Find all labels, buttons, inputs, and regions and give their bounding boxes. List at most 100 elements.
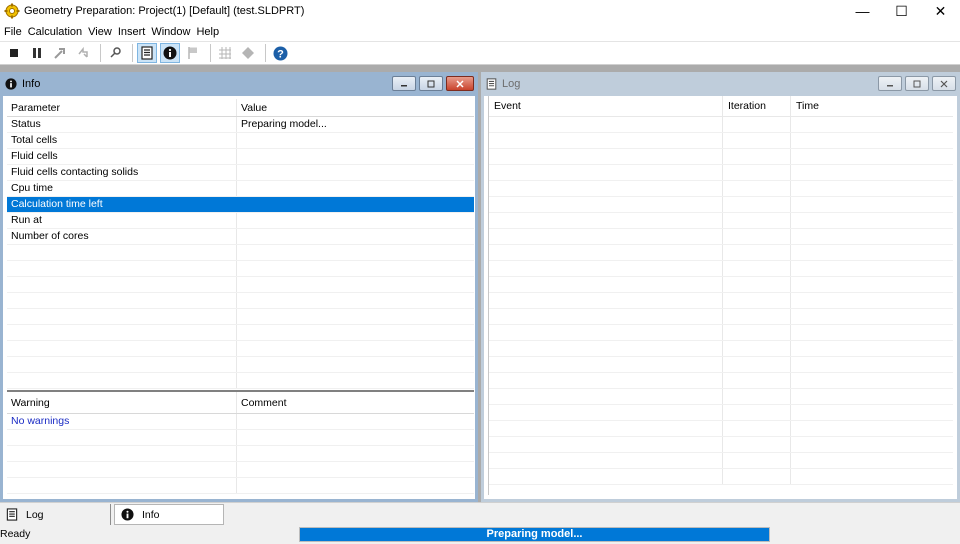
menu-help[interactable]: Help <box>195 26 224 38</box>
pause-button[interactable] <box>27 43 47 63</box>
parameter-table: Parameter Value Status Preparing model..… <box>7 99 474 389</box>
window-title: Geometry Preparation: Project(1) [Defaul… <box>24 5 305 17</box>
progress-label: Preparing model... <box>486 528 583 540</box>
menu-file[interactable]: File <box>3 26 27 38</box>
empty-row <box>489 165 953 181</box>
table-row[interactable]: Status Preparing model... <box>7 117 474 133</box>
table-row-selected[interactable]: Calculation time left <box>7 197 474 213</box>
stop-button[interactable] <box>4 43 24 63</box>
grid-button[interactable] <box>215 43 235 63</box>
info-button[interactable] <box>160 43 180 63</box>
parameter-cell: Fluid cells contacting solids <box>7 165 237 180</box>
toolbar-separator <box>265 44 266 62</box>
empty-row <box>7 341 474 357</box>
info-icon <box>121 508 134 521</box>
parameter-cell: Fluid cells <box>7 149 237 164</box>
table-row[interactable]: Run at <box>7 213 474 229</box>
maximize-button[interactable]: ☐ <box>882 0 921 22</box>
parameter-cell: Status <box>7 117 237 132</box>
close-button[interactable]: ✕ <box>921 0 960 22</box>
toolbar-separator <box>100 44 101 62</box>
menu-view[interactable]: View <box>87 26 117 38</box>
minimize-icon <box>887 84 893 86</box>
value-cell <box>237 165 474 180</box>
log-button[interactable] <box>137 43 157 63</box>
grid-icon <box>219 47 231 59</box>
table-row[interactable]: Number of cores <box>7 229 474 245</box>
comment-cell <box>237 414 474 429</box>
flag-button[interactable] <box>183 43 203 63</box>
value-cell <box>237 197 474 212</box>
column-header-event[interactable]: Event <box>489 96 723 116</box>
warning-row[interactable]: No warnings <box>7 414 474 430</box>
value-cell <box>237 229 474 244</box>
goals-plot-button[interactable] <box>238 43 258 63</box>
empty-row <box>7 430 474 446</box>
empty-row <box>489 197 953 213</box>
flag-icon <box>188 47 197 59</box>
empty-row <box>489 117 953 133</box>
log-panel: Log Event Iteration Time <box>481 72 960 502</box>
table-row[interactable]: Fluid cells contacting solids <box>7 165 474 181</box>
help-button[interactable]: ? <box>270 43 290 63</box>
tab-info[interactable]: Info <box>114 504 224 525</box>
log-table-header: Event Iteration Time <box>489 96 953 117</box>
info-minimize-button[interactable] <box>392 76 416 91</box>
menu-insert[interactable]: Insert <box>117 26 151 38</box>
info-icon <box>163 46 177 60</box>
info-restore-button[interactable] <box>419 76 443 91</box>
warning-cell: No warnings <box>7 414 237 429</box>
empty-row <box>7 446 474 462</box>
info-panel-body: Parameter Value Status Preparing model..… <box>3 96 475 499</box>
table-row[interactable]: Total cells <box>7 133 474 149</box>
minimize-button[interactable]: — <box>843 0 882 22</box>
column-header-parameter[interactable]: Parameter <box>7 99 237 116</box>
empty-row <box>7 478 474 494</box>
info-icon <box>5 78 17 90</box>
toolbar-separator <box>132 44 133 62</box>
log-restore-button[interactable] <box>905 76 929 91</box>
status-text: Ready <box>0 528 31 540</box>
column-header-warning[interactable]: Warning <box>7 392 237 413</box>
tab-log[interactable]: Log <box>0 504 111 525</box>
empty-row <box>489 357 953 373</box>
column-header-iteration[interactable]: Iteration <box>723 96 791 116</box>
refresh-button[interactable] <box>73 43 93 63</box>
info-panel-controls <box>389 76 474 91</box>
toolbar: ? <box>0 41 960 65</box>
warning-table: Warning Comment No warnings <box>7 390 474 499</box>
column-header-time[interactable]: Time <box>791 96 953 116</box>
menu-calculation[interactable]: Calculation <box>27 26 87 38</box>
goals-plot-icon <box>242 47 254 59</box>
empty-row <box>7 325 474 341</box>
restore-icon <box>913 80 921 87</box>
log-minimize-button[interactable] <box>878 76 902 91</box>
stop-icon <box>10 49 18 57</box>
restore-icon <box>427 80 435 87</box>
status-bar: Ready Preparing model... <box>0 525 960 544</box>
warning-table-header: Warning Comment <box>7 392 474 414</box>
log-panel-title: Log <box>502 78 521 90</box>
log-close-button[interactable] <box>932 76 956 91</box>
log-panel-body: Event Iteration Time <box>484 96 957 499</box>
info-close-button[interactable] <box>446 76 474 91</box>
tab-log-label: Log <box>26 508 44 521</box>
window-controls: — ☐ ✕ <box>843 0 960 22</box>
table-row[interactable]: Cpu time <box>7 181 474 197</box>
empty-row <box>489 149 953 165</box>
column-header-comment[interactable]: Comment <box>237 392 474 413</box>
column-header-value[interactable]: Value <box>237 99 474 116</box>
info-panel: Info Parameter Value Status Preparing mo… <box>0 72 478 502</box>
app-icon <box>4 3 20 19</box>
parameter-cell: Run at <box>7 213 237 228</box>
table-row[interactable]: Fluid cells <box>7 149 474 165</box>
empty-row <box>7 309 474 325</box>
insert-goal-button[interactable] <box>50 43 70 63</box>
menu-window[interactable]: Window <box>150 26 195 38</box>
empty-row <box>7 277 474 293</box>
parameter-cell: Calculation time left <box>7 197 237 212</box>
empty-row <box>7 462 474 478</box>
value-cell <box>237 213 474 228</box>
empty-row <box>489 341 953 357</box>
probe-button[interactable] <box>105 43 125 63</box>
